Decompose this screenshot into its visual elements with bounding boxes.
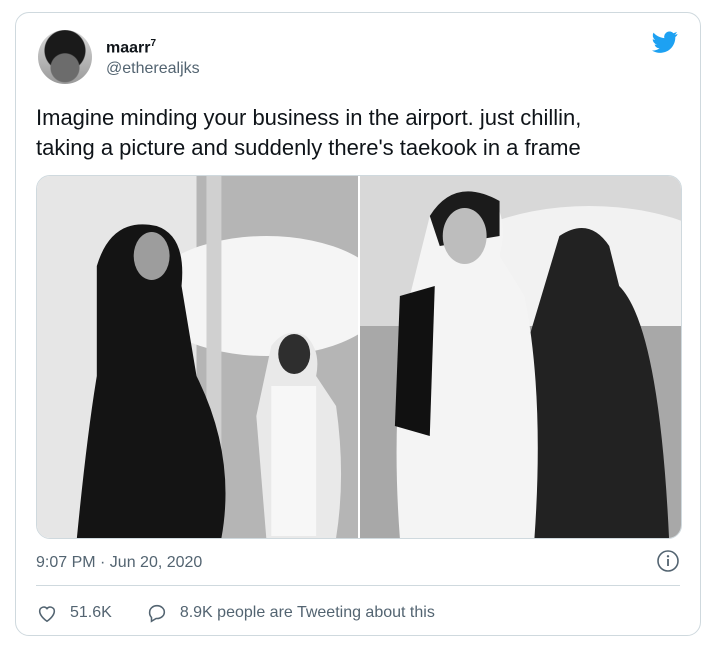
tweet-text-line-2: taking a picture and suddenly there's ta…: [36, 135, 581, 160]
display-name[interactable]: maarr7: [106, 38, 156, 57]
info-icon[interactable]: [656, 549, 680, 573]
display-name-sup: 7: [150, 38, 157, 49]
tweet-card: maarr7 @etherealjks Imagine minding your…: [15, 12, 701, 636]
tweet-text-line-1: Imagine minding your business in the air…: [36, 105, 582, 130]
tweet-actions: 51.6K 8.9K people are Tweeting about thi…: [36, 598, 469, 628]
like-count: 51.6K: [70, 604, 112, 621]
tweet-media: [36, 175, 682, 539]
speech-bubble-icon: [148, 604, 165, 623]
user-handle[interactable]: @etherealjks: [106, 60, 200, 78]
divider: [36, 585, 680, 586]
photo-right[interactable]: [360, 176, 681, 538]
conversation-button[interactable]: 8.9K people are Tweeting about this: [146, 602, 435, 624]
heart-icon: [38, 606, 56, 623]
like-button[interactable]: 51.6K: [36, 602, 112, 624]
photo-right-image: [360, 176, 681, 538]
tweet-timestamp[interactable]: 9:07 PM · Jun 20, 2020: [36, 554, 202, 572]
photo-left-image: [37, 176, 358, 538]
tweet-text: Imagine minding your business in the air…: [36, 103, 676, 163]
photo-left[interactable]: [37, 176, 358, 538]
twitter-bird-icon[interactable]: [650, 29, 680, 55]
conversation-text: 8.9K people are Tweeting about this: [179, 604, 435, 621]
display-name-text: maarr: [106, 39, 151, 57]
avatar[interactable]: [38, 30, 92, 84]
